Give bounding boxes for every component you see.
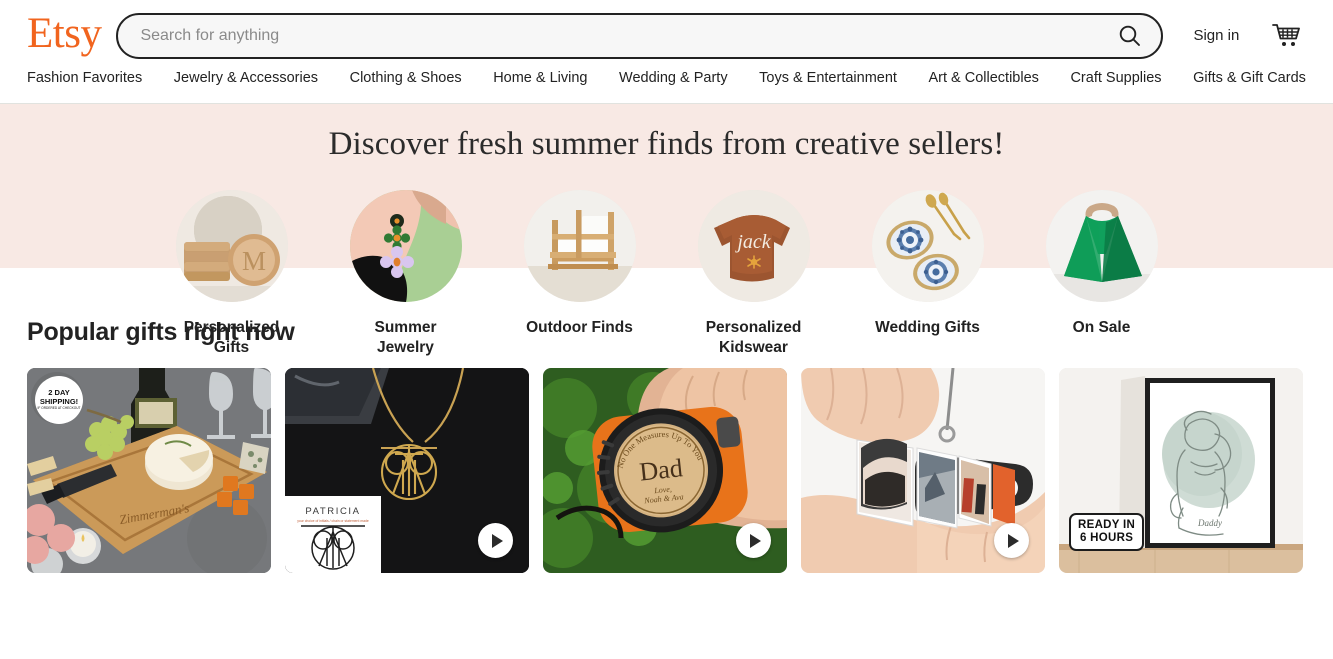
hero-title: Discover fresh summer finds from creativ…: [328, 126, 1005, 162]
nav-item-gifts-gift-cards[interactable]: Gifts & Gift Cards: [1193, 71, 1306, 86]
nav-item-craft-supplies[interactable]: Craft Supplies: [1070, 71, 1161, 86]
sign-in-link[interactable]: Sign in: [1193, 27, 1239, 44]
play-video-button[interactable]: [736, 523, 771, 558]
badge-line-2: SHIPPING!: [39, 396, 79, 406]
category-label: Wedding Gifts: [875, 319, 980, 336]
product-card-engraved-dad-tape-measure[interactable]: No One Measures Up To You Dad Love, Noah…: [543, 368, 787, 573]
category-wedding-gifts[interactable]: Wedding Gifts: [871, 190, 985, 358]
nav-item-art-collectibles[interactable]: Art & Collectibles: [929, 71, 1039, 86]
nav-item-clothing-shoes[interactable]: Clothing & Shoes: [350, 71, 462, 86]
blue-oyster-trinket-dishes-image: [871, 190, 984, 302]
svg-text:jack: jack: [734, 231, 771, 253]
play-video-button[interactable]: [994, 523, 1029, 558]
nav-item-jewelry-accessories[interactable]: Jewelry & Accessories: [174, 71, 318, 86]
search-bar[interactable]: [116, 12, 1164, 59]
category-label: Personalized Kidswear: [705, 319, 802, 356]
category-label: Outdoor Finds: [526, 319, 633, 336]
site-header: Etsy Sign in: [0, 0, 1333, 71]
badge-sub: IF ORDERED AT CHECKOUT: [37, 406, 81, 411]
badge-line-1: READY IN: [1078, 519, 1136, 532]
nav-item-home-living[interactable]: Home & Living: [493, 71, 587, 86]
green-knot-bag-image: [1045, 190, 1158, 302]
play-video-button[interactable]: [478, 523, 513, 558]
svg-text:PATRICIA: PATRICIA: [305, 506, 360, 517]
search-icon: [1120, 25, 1141, 46]
wooden-outdoor-chair-image: [523, 190, 636, 302]
category-personalized-kidswear[interactable]: jack Personalized Kidswear: [697, 190, 811, 358]
svg-text:your choice of initials / chai: your choice of initials / chain or state…: [297, 519, 369, 523]
category-label: Personalized Gifts: [183, 319, 280, 356]
etsy-logo[interactable]: Etsy: [27, 12, 102, 55]
brown-jack-sweater-image: jack: [697, 190, 810, 302]
category-on-sale[interactable]: On Sale: [1045, 190, 1159, 358]
nav-item-fashion-favorites[interactable]: Fashion Favorites: [27, 71, 142, 86]
product-card-personalized-cheese-board[interactable]: Zimmerman's 2 DAY SHIPPING! IF ORDERED A…: [27, 368, 271, 573]
search-input[interactable]: [118, 14, 1100, 57]
nav-item-wedding-party[interactable]: Wedding & Party: [619, 71, 728, 86]
product-card-mini-photo-album-keychain[interactable]: [801, 368, 1045, 573]
category-label: Summer Jewelry: [374, 319, 437, 356]
product-card-gold-monogram-necklace[interactable]: PATRICIA your choice of initials / chain…: [285, 368, 529, 573]
flower-earrings-model-image: [349, 190, 462, 302]
svg-text:M: M: [241, 246, 265, 276]
popular-gifts-grid: Zimmerman's 2 DAY SHIPPING! IF ORDERED A…: [27, 368, 1306, 573]
product-card-line-art-daddy-print[interactable]: Daddy READY IN 6 HOURS: [1059, 368, 1303, 573]
category-personalized-gifts[interactable]: M Personalized Gifts: [175, 190, 289, 358]
shipping-badge: 2 DAY SHIPPING! IF ORDERED AT CHECKOUT: [35, 376, 83, 424]
category-label: On Sale: [1072, 319, 1131, 336]
monogram-coaster-set-image: M: [175, 190, 288, 302]
search-button[interactable]: [1099, 15, 1161, 57]
svg-text:Dad: Dad: [638, 453, 684, 486]
category-outdoor-finds[interactable]: Outdoor Finds: [523, 190, 637, 358]
category-circles: M Personalized Gifts Summer Jewelry Outd…: [0, 190, 1333, 358]
ready-in-badge: READY IN 6 HOURS: [1069, 513, 1145, 551]
category-nav: Fashion Favorites Jewelry & Accessories …: [0, 71, 1333, 104]
cart-button[interactable]: [1265, 23, 1307, 49]
shopping-cart-icon: [1272, 23, 1301, 46]
badge-line-2: 6 HOURS: [1079, 532, 1134, 545]
nav-item-toys-entertainment[interactable]: Toys & Entertainment: [759, 71, 897, 86]
category-summer-jewelry[interactable]: Summer Jewelry: [349, 190, 463, 358]
svg-text:Daddy: Daddy: [1197, 518, 1222, 528]
